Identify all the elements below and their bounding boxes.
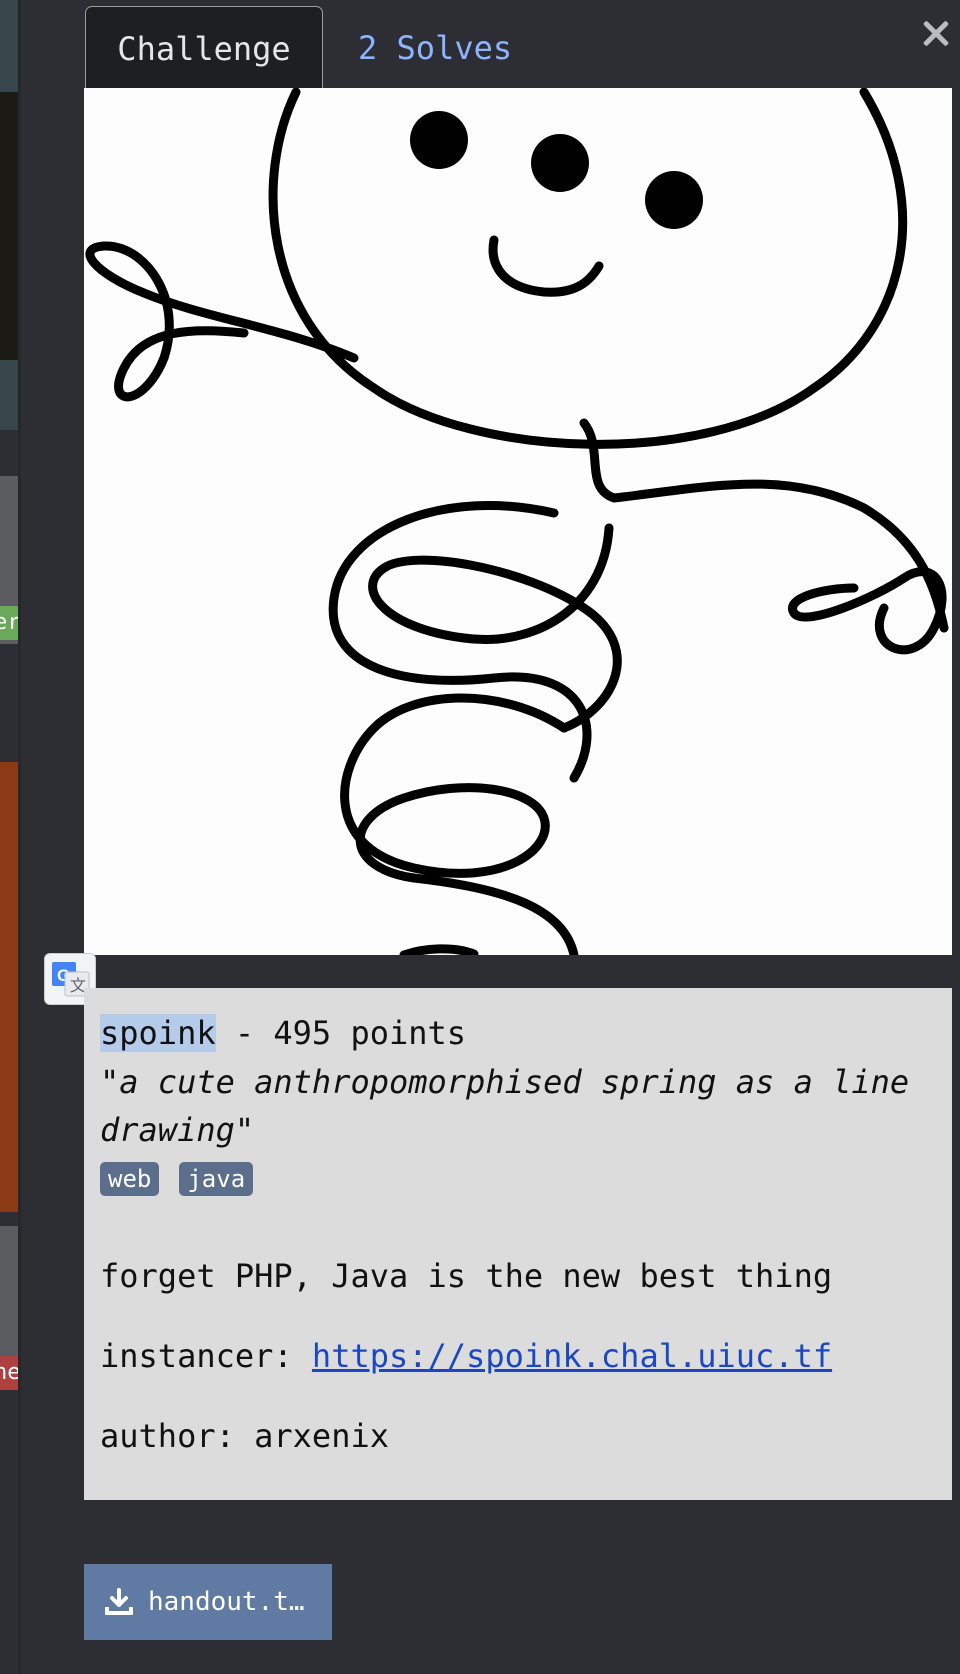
challenge-name: spoink: [100, 1014, 216, 1052]
tab-challenge[interactable]: Challenge: [85, 6, 323, 88]
instancer-link[interactable]: https://spoink.chal.uiuc.tf: [312, 1337, 832, 1375]
close-icon[interactable]: [918, 16, 954, 52]
author-line: author: arxenix: [100, 1417, 389, 1455]
description-text: forget PHP, Java is the new best thing: [100, 1257, 833, 1295]
handout-label: handout.t…: [148, 1587, 305, 1617]
bg-partial-tag: ne: [0, 1356, 20, 1390]
bg-partial-tag: er: [0, 606, 20, 640]
instancer-line: instancer: https://spoink.chal.uiuc.tf: [100, 1336, 936, 1376]
challenge-description: spoink - 495 points "a cute anthropomorp…: [84, 988, 952, 1500]
modal-edge: [18, 0, 21, 1674]
challenge-image: [84, 88, 952, 955]
challenge-quote: "a cute anthropomorphised spring as a li…: [100, 1063, 910, 1149]
tag-list: web java: [100, 1162, 936, 1196]
challenge-title: spoink - 495 points: [100, 1008, 936, 1058]
bg-panel-5: [0, 1226, 20, 1366]
tag-java: java: [179, 1162, 254, 1196]
bg-panel-4: [0, 762, 20, 1212]
bg-panel-2: [0, 92, 20, 360]
tag-web: web: [100, 1162, 160, 1196]
instancer-label: instancer:: [100, 1337, 312, 1375]
download-handout-button[interactable]: handout.t…: [84, 1564, 332, 1640]
tab-solves[interactable]: 2 Solves: [358, 6, 512, 88]
download-icon: [104, 1587, 134, 1617]
challenge-points: - 495 points: [215, 1014, 467, 1052]
